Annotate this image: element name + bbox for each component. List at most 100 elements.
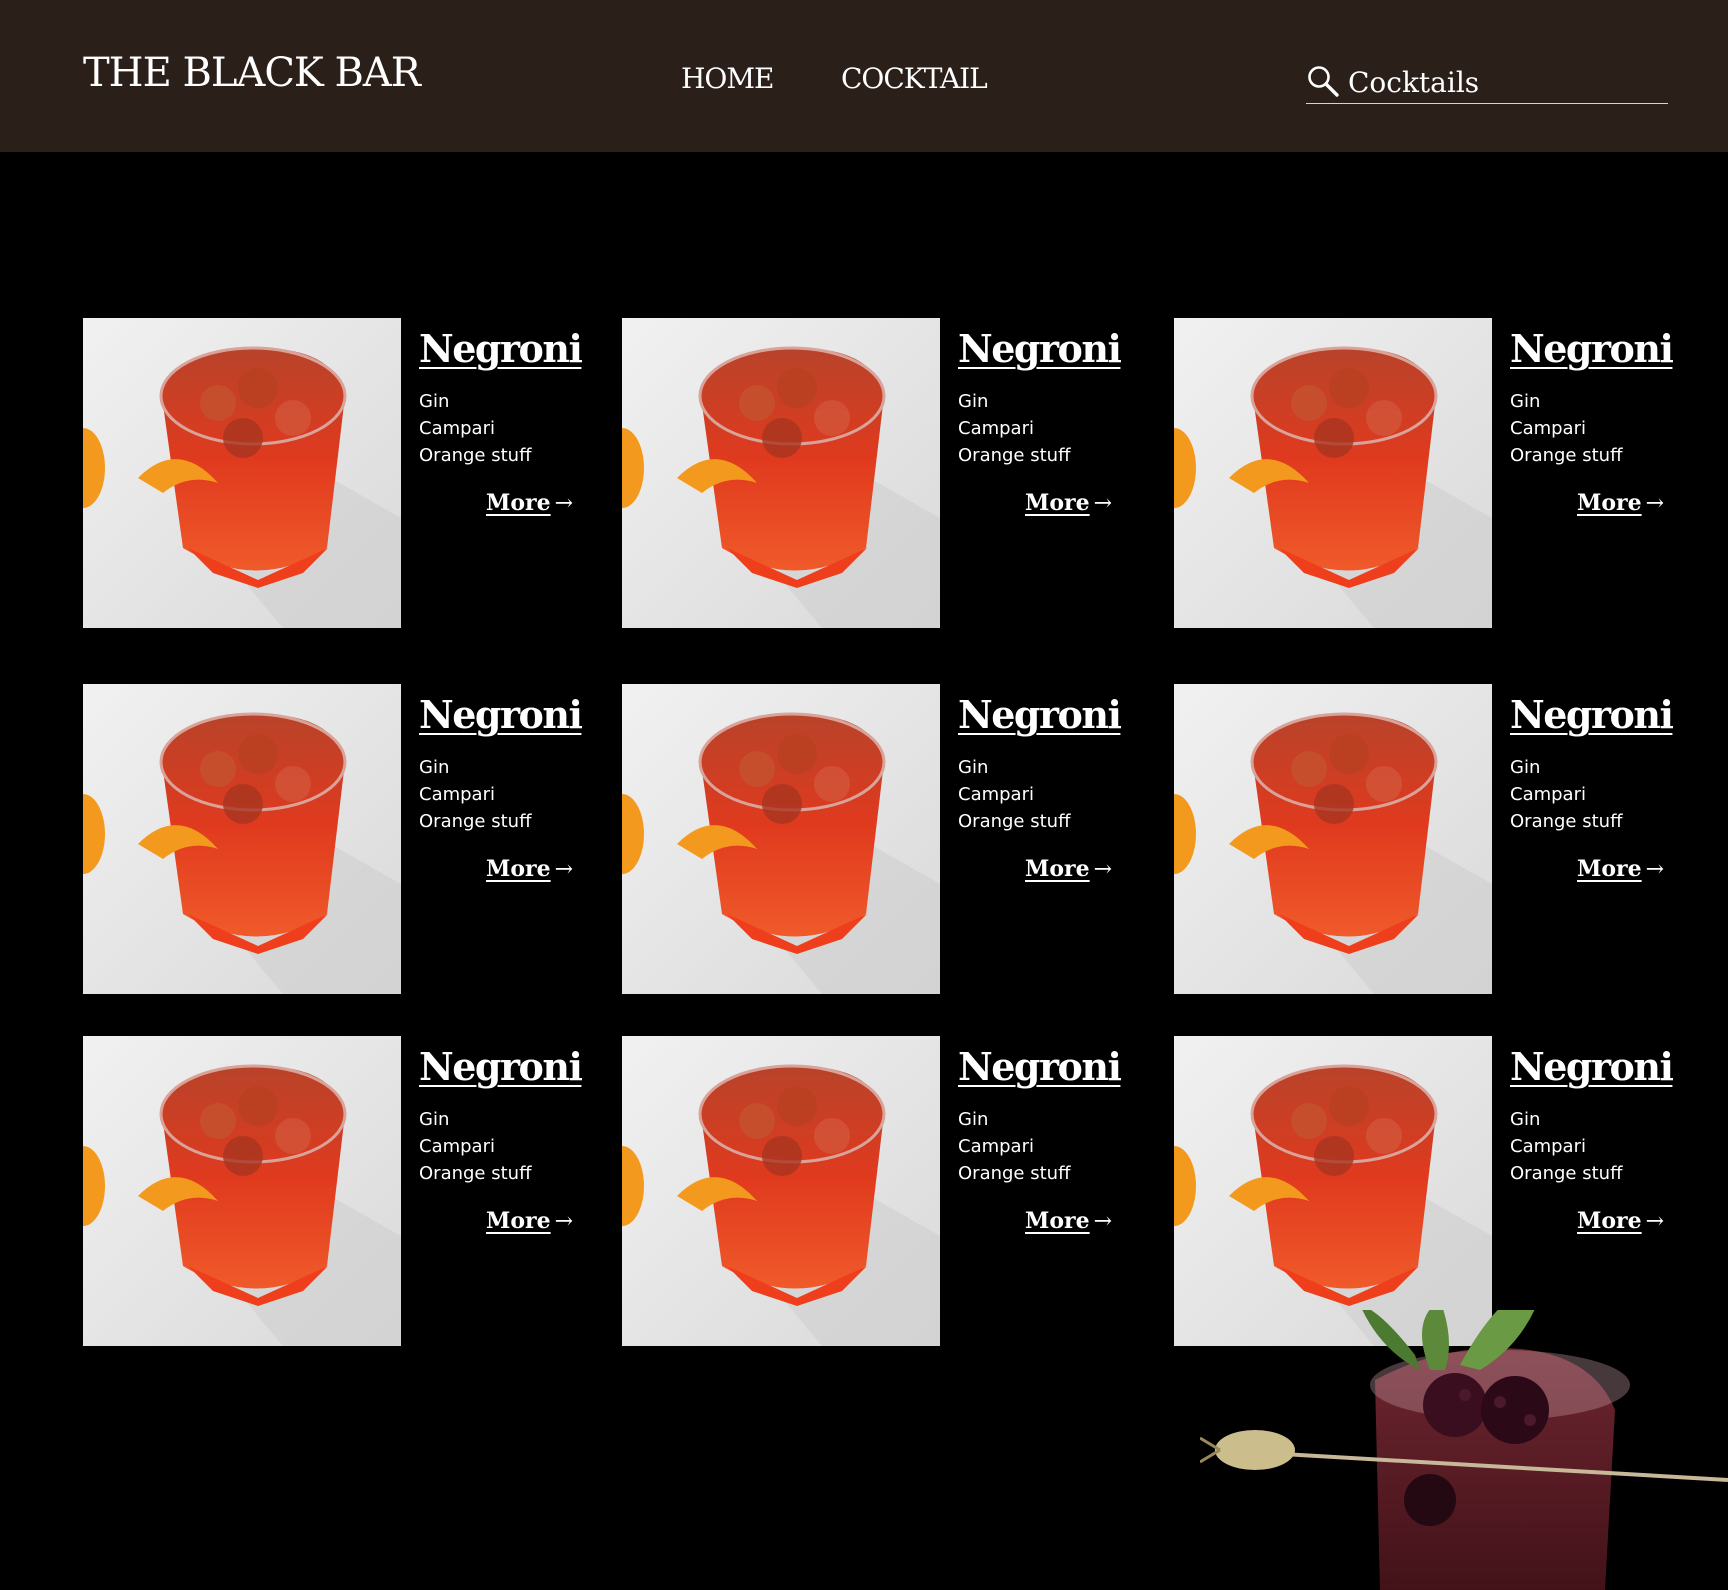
cocktail-image[interactable] (622, 318, 940, 628)
more-label: More (486, 490, 551, 516)
ingredient-item: Campari (419, 418, 495, 439)
cocktail-title[interactable]: Negroni (419, 1044, 583, 1089)
cocktail-image[interactable] (83, 684, 401, 994)
ingredient-list: Gin Campari Orange stuff (958, 754, 1070, 835)
more-label: More (1577, 490, 1642, 516)
ingredient-item: Gin (419, 1109, 450, 1130)
ingredient-item: Gin (1510, 391, 1541, 412)
more-label: More (1025, 490, 1090, 516)
arrow-right-icon: → (554, 1209, 574, 1234)
nav-cocktail-link[interactable]: COCKTAIL (841, 62, 988, 95)
ingredient-item: Orange stuff (1510, 811, 1623, 832)
arrow-right-icon: → (554, 857, 574, 882)
negroni-photo (83, 318, 401, 628)
negroni-photo (83, 684, 401, 994)
cocktail-image[interactable] (83, 318, 401, 628)
cocktail-card: Negroni Gin Campari Orange stuff More → (622, 1036, 1142, 1346)
arrow-right-icon: → (1093, 857, 1113, 882)
ingredient-item: Gin (419, 391, 450, 412)
ingredient-list: Gin Campari Orange stuff (1510, 754, 1622, 835)
nav-home-link[interactable]: HOME (681, 62, 774, 95)
cocktail-card: Negroni Gin Campari Orange stuff More → (1174, 318, 1694, 628)
cocktail-card: Negroni Gin Campari Orange stuff More → (1174, 1036, 1694, 1346)
more-link[interactable]: More → (486, 1208, 573, 1234)
ingredient-item: Orange stuff (419, 811, 532, 832)
brand-logo[interactable]: THE BLACK BAR (83, 50, 421, 96)
negroni-photo (622, 318, 940, 628)
ingredient-item: Campari (958, 1136, 1034, 1157)
arrow-right-icon: → (1093, 491, 1113, 516)
more-link[interactable]: More → (1025, 856, 1112, 882)
cocktail-card: Negroni Gin Campari Orange stuff More → (83, 1036, 603, 1346)
ingredient-item: Orange stuff (1510, 445, 1623, 466)
more-link[interactable]: More → (1025, 490, 1112, 516)
cocktail-title[interactable]: Negroni (1510, 692, 1674, 737)
cocktail-image[interactable] (1174, 318, 1492, 628)
arrow-right-icon: → (1645, 491, 1665, 516)
cocktail-title[interactable]: Negroni (958, 1044, 1122, 1089)
negroni-photo (622, 684, 940, 994)
negroni-photo (622, 1036, 940, 1346)
cocktail-title[interactable]: Negroni (958, 326, 1122, 371)
ingredient-item: Campari (1510, 418, 1586, 439)
cocktail-image[interactable] (622, 684, 940, 994)
more-label: More (1577, 856, 1642, 882)
more-label: More (1577, 1208, 1642, 1234)
ingredient-list: Gin Campari Orange stuff (958, 388, 1070, 469)
ingredient-list: Gin Campari Orange stuff (419, 754, 531, 835)
arrow-right-icon: → (1093, 1209, 1113, 1234)
negroni-photo (1174, 684, 1492, 994)
cocktail-image[interactable] (1174, 684, 1492, 994)
cocktail-title[interactable]: Negroni (958, 692, 1122, 737)
cocktail-card: Negroni Gin Campari Orange stuff More → (1174, 684, 1694, 994)
cocktail-card: Negroni Gin Campari Orange stuff More → (83, 684, 603, 994)
ingredient-item: Gin (958, 1109, 989, 1130)
ingredient-item: Campari (1510, 784, 1586, 805)
ingredient-item: Gin (1510, 1109, 1541, 1130)
cocktail-image[interactable] (83, 1036, 401, 1346)
decorative-cocktail-image (1199, 1280, 1728, 1590)
ingredient-item: Gin (419, 757, 450, 778)
ingredient-item: Orange stuff (419, 1163, 532, 1184)
ingredient-list: Gin Campari Orange stuff (1510, 388, 1622, 469)
ingredient-item: Gin (958, 757, 989, 778)
more-link[interactable]: More → (1577, 856, 1664, 882)
search-icon[interactable] (1306, 64, 1340, 98)
cocktail-title[interactable]: Negroni (1510, 1044, 1674, 1089)
more-label: More (486, 1208, 551, 1234)
more-label: More (1025, 856, 1090, 882)
more-link[interactable]: More → (1577, 490, 1664, 516)
more-link[interactable]: More → (1577, 1208, 1664, 1234)
ingredient-item: Orange stuff (958, 1163, 1071, 1184)
cocktail-title[interactable]: Negroni (419, 692, 583, 737)
more-label: More (486, 856, 551, 882)
more-label: More (1025, 1208, 1090, 1234)
ingredient-item: Orange stuff (958, 811, 1071, 832)
ingredient-item: Campari (958, 784, 1034, 805)
ingredient-list: Gin Campari Orange stuff (419, 388, 531, 469)
ingredient-item: Campari (419, 1136, 495, 1157)
ingredient-item: Campari (958, 418, 1034, 439)
negroni-photo (1174, 318, 1492, 628)
ingredient-list: Gin Campari Orange stuff (958, 1106, 1070, 1187)
site-header: THE BLACK BAR HOME COCKTAIL (0, 0, 1728, 152)
ingredient-list: Gin Campari Orange stuff (419, 1106, 531, 1187)
search-bar (1306, 60, 1668, 104)
arrow-right-icon: → (1645, 1209, 1665, 1234)
cocktail-image[interactable] (1174, 1036, 1492, 1346)
cocktail-image[interactable] (622, 1036, 940, 1346)
more-link[interactable]: More → (486, 856, 573, 882)
cocktail-card: Negroni Gin Campari Orange stuff More → (622, 684, 1142, 994)
negroni-photo (1174, 1036, 1492, 1346)
negroni-photo (83, 1036, 401, 1346)
cocktail-card: Negroni Gin Campari Orange stuff More → (83, 318, 603, 628)
cocktail-title[interactable]: Negroni (419, 326, 583, 371)
search-input[interactable] (1348, 64, 1666, 100)
cocktail-card: Negroni Gin Campari Orange stuff More → (622, 318, 1142, 628)
ingredient-item: Orange stuff (1510, 1163, 1623, 1184)
more-link[interactable]: More → (486, 490, 573, 516)
cocktail-title[interactable]: Negroni (1510, 326, 1674, 371)
ingredient-item: Gin (958, 391, 989, 412)
ingredient-list: Gin Campari Orange stuff (1510, 1106, 1622, 1187)
more-link[interactable]: More → (1025, 1208, 1112, 1234)
